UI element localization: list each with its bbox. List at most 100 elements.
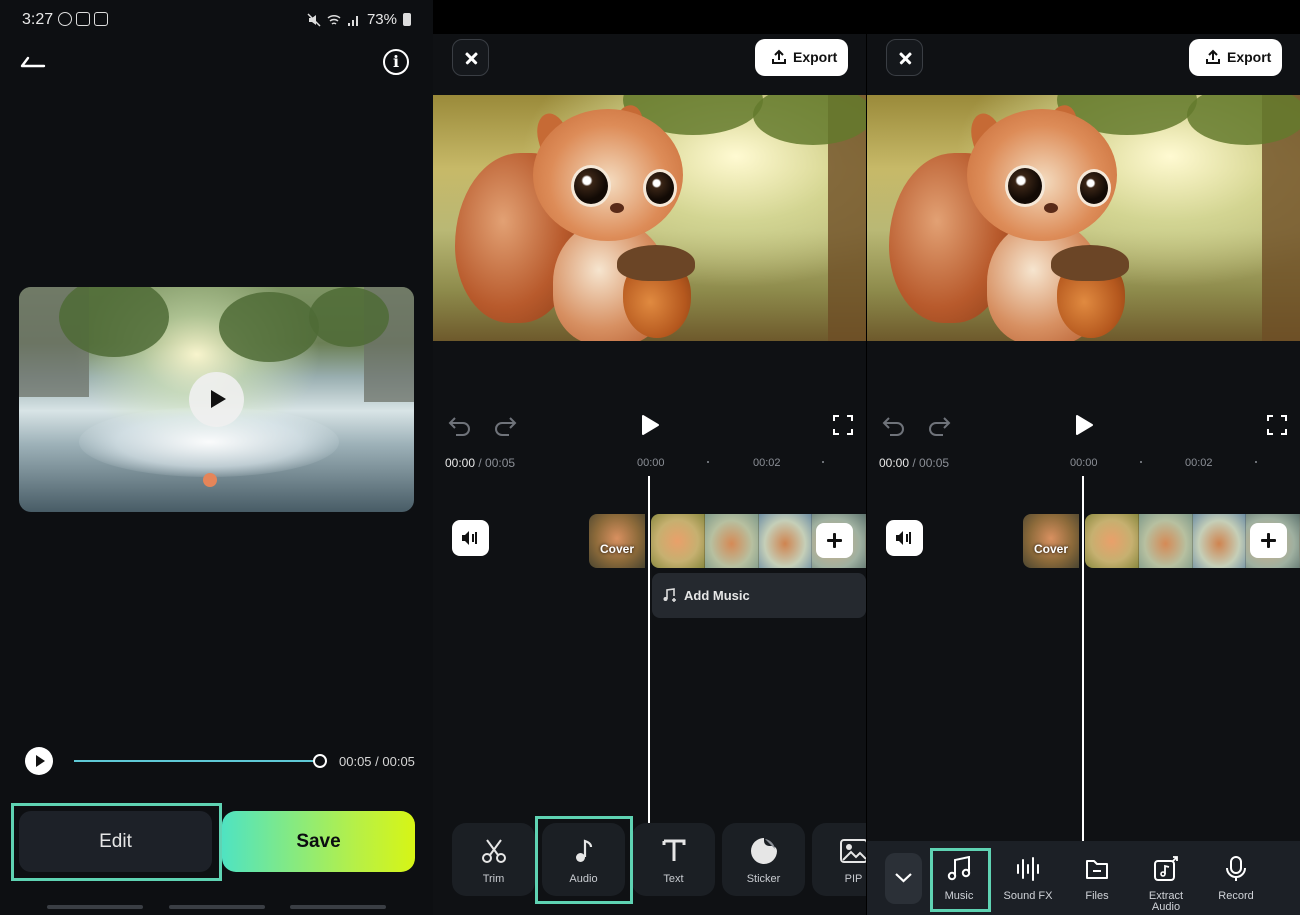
battery-icon [403, 13, 411, 26]
extract-audio-icon [1154, 856, 1178, 881]
export-icon [772, 49, 786, 64]
status-bar: 3:27 73% [0, 0, 433, 40]
edit-highlight-box [11, 803, 222, 881]
audio-option-label: Record [1218, 890, 1254, 902]
video-preview[interactable] [433, 95, 866, 341]
video-preview[interactable] [19, 287, 414, 512]
image-icon [840, 839, 866, 863]
add-music-track[interactable]: Add Music [652, 573, 866, 618]
waveform-icon [1017, 857, 1039, 881]
ruler-tick [822, 461, 824, 463]
back-arrow-icon[interactable] [20, 52, 46, 70]
audio-option-sound-fx[interactable]: Sound FX [998, 853, 1058, 911]
tree-shape [219, 292, 319, 362]
export-icon [1206, 49, 1220, 64]
status-right: 73% [307, 11, 411, 28]
ruler-tick [1255, 461, 1257, 463]
playhead[interactable] [648, 476, 650, 823]
tool-trim[interactable]: Trim [452, 823, 535, 896]
redo-icon[interactable] [493, 414, 517, 436]
add-clip-button[interactable] [816, 523, 853, 558]
scissors-icon [482, 839, 506, 863]
add-music-label: Add Music [684, 588, 750, 603]
undo-icon[interactable] [448, 414, 472, 436]
squirrel-eye [1005, 165, 1045, 207]
clip-frame [1085, 514, 1139, 568]
top-strip [433, 0, 866, 34]
ruler-label: 00:00 [637, 457, 665, 469]
play-overlay-button[interactable] [189, 372, 244, 427]
redo-icon[interactable] [927, 414, 951, 436]
info-button[interactable]: i [383, 49, 409, 75]
playhead[interactable] [1082, 476, 1084, 841]
tree-shape [309, 287, 389, 347]
audio-option-files[interactable]: Files [1067, 853, 1127, 911]
audio-option-record[interactable]: Record [1206, 853, 1266, 911]
chevron-down-icon [895, 873, 912, 883]
folder-icon [1086, 860, 1108, 879]
ruler-label: 00:00 [1070, 457, 1098, 469]
save-button[interactable]: Save [222, 811, 415, 872]
add-clip-button[interactable] [1250, 523, 1287, 558]
clip-frame [1138, 514, 1193, 568]
tool-label: Text [663, 873, 684, 885]
mute-clip-audio-button[interactable] [886, 520, 923, 556]
nav-bar-segment [169, 905, 265, 909]
signal-icon [347, 15, 358, 26]
close-button[interactable] [452, 39, 489, 76]
progress-knob[interactable] [313, 754, 327, 768]
audio-option-label: Sound FX [1003, 890, 1053, 902]
export-label: Export [1227, 49, 1272, 65]
current-time: 00:00 / 00:05 [445, 456, 516, 470]
ruler-label: 00:02 [753, 457, 781, 469]
export-button[interactable]: Export [755, 39, 848, 76]
undo-icon[interactable] [882, 414, 906, 436]
whatsapp-icon [58, 12, 72, 26]
status-time: 3:27 [22, 11, 54, 28]
nav-bar-segment [47, 905, 143, 909]
ruler-label: 00:02 [1185, 457, 1213, 469]
play-icon[interactable] [1074, 414, 1094, 436]
speaker-icon [462, 531, 477, 545]
audio-highlight-box [535, 816, 633, 904]
fullscreen-icon[interactable] [833, 415, 853, 435]
acorn-cap [1051, 245, 1129, 281]
acorn-cap [617, 245, 695, 281]
clip-frame [1192, 514, 1247, 568]
squirrel-eye [1077, 169, 1111, 207]
clip-frame [651, 514, 705, 568]
speaker-icon [896, 531, 911, 545]
wifi-icon [327, 14, 341, 25]
clip-frame [758, 514, 813, 568]
tool-sticker[interactable]: Sticker [722, 823, 805, 896]
audio-option-extract-audio[interactable]: Extract Audio [1136, 853, 1196, 913]
music-plus-icon [663, 588, 676, 602]
playback-time: 00:05 / 00:05 [339, 754, 415, 769]
mute-icon [307, 12, 321, 27]
video-preview[interactable] [867, 95, 1300, 341]
clip-frame [704, 514, 759, 568]
tool-label: Trim [482, 873, 505, 885]
export-button[interactable]: Export [1189, 39, 1282, 76]
info-icon: i [392, 52, 400, 71]
play-icon[interactable] [640, 414, 660, 436]
collapse-sheet-button[interactable] [885, 853, 922, 904]
tool-pip[interactable]: PIP [812, 823, 866, 896]
close-button[interactable] [886, 39, 923, 76]
play-button[interactable] [25, 747, 53, 775]
tool-label: Sticker [746, 873, 781, 885]
cover-thumbnail[interactable]: Cover [1023, 514, 1079, 568]
share-screen: 3:27 73% i 00:05 / 00:05 Edit Save [0, 0, 433, 915]
progress-track[interactable] [74, 760, 320, 762]
squirrel-nose [610, 203, 624, 213]
tool-text[interactable]: Text [632, 823, 715, 896]
editor-screen: Export 00:00 / 00:05 00:00 00:02 Cover A… [433, 0, 866, 915]
squirrel-nose [1044, 203, 1058, 213]
editor-audio-screen: Export 00:00 / 00:05 00:00 00:02 Cover M… [867, 0, 1300, 915]
top-strip [867, 0, 1300, 34]
fullscreen-icon[interactable] [1267, 415, 1287, 435]
tool-label: PIP [844, 873, 863, 885]
mute-clip-audio-button[interactable] [452, 520, 489, 556]
cover-thumbnail[interactable]: Cover [589, 514, 645, 568]
leaves-shape [1187, 95, 1300, 145]
